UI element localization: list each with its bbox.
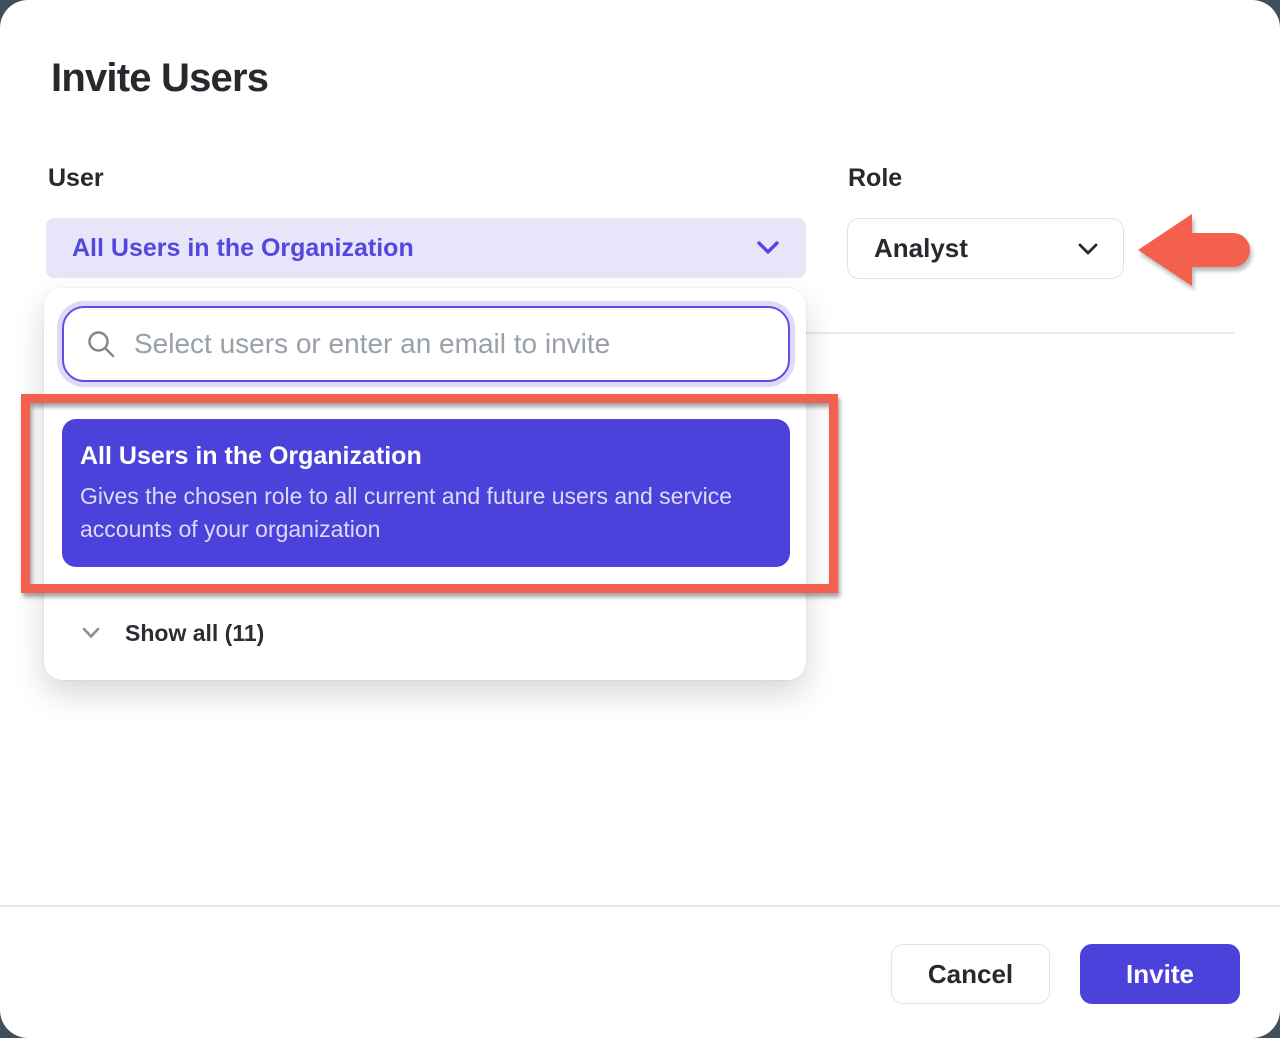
search-icon xyxy=(86,329,116,359)
chevron-down-icon xyxy=(756,240,780,256)
invite-users-modal: Invite Users User All Users in the Organ… xyxy=(0,0,1280,1038)
page-title: Invite Users xyxy=(51,56,268,101)
cancel-button[interactable]: Cancel xyxy=(891,944,1050,1004)
user-search-field[interactable] xyxy=(62,306,790,382)
chevron-down-icon xyxy=(1077,242,1099,256)
footer-divider xyxy=(0,905,1280,907)
option-description: Gives the chosen role to all current and… xyxy=(80,480,766,546)
chevron-down-icon xyxy=(82,627,100,639)
annotation-arrow-icon xyxy=(1136,208,1252,292)
role-select-value: Analyst xyxy=(874,233,968,264)
role-field-label: Role xyxy=(848,164,902,193)
user-select-value: All Users in the Organization xyxy=(72,234,414,263)
search-input[interactable] xyxy=(134,328,766,360)
option-title: All Users in the Organization xyxy=(80,442,766,471)
show-all-toggle[interactable]: Show all (11) xyxy=(82,616,264,650)
section-divider xyxy=(806,332,1234,334)
invite-button[interactable]: Invite xyxy=(1080,944,1240,1004)
user-field-label: User xyxy=(48,164,104,193)
option-all-users-in-organization[interactable]: All Users in the Organization Gives the … xyxy=(62,419,790,567)
role-select-combobox[interactable]: Analyst xyxy=(847,218,1124,279)
user-select-combobox[interactable]: All Users in the Organization xyxy=(46,218,806,278)
show-all-label: Show all (11) xyxy=(125,620,264,647)
